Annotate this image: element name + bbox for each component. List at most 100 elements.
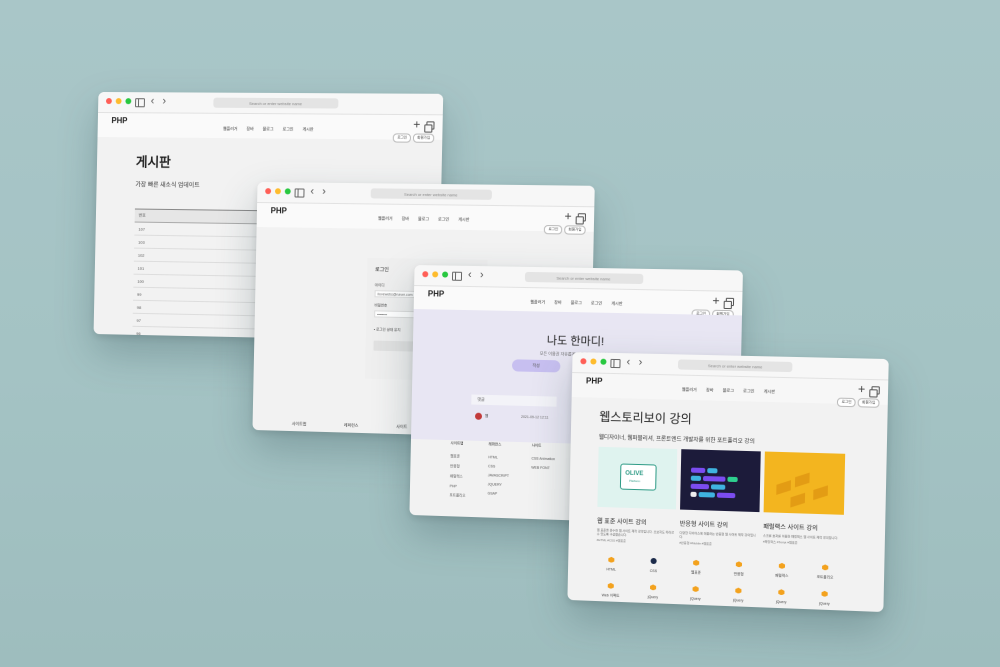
maximize-window-button[interactable]: [285, 188, 291, 194]
footer-link[interactable]: JAVASCRIPT: [488, 473, 509, 478]
tech-item[interactable]: Web 이펙트: [595, 582, 625, 599]
menu-item[interactable]: 장바: [402, 216, 409, 222]
signup-button[interactable]: 회원가입: [413, 134, 434, 143]
menu-item[interactable]: 장바: [706, 387, 714, 393]
tech-item[interactable]: jQuery: [809, 590, 840, 607]
tech-item[interactable]: 포트폴리오: [809, 564, 840, 581]
site-logo[interactable]: PHP: [111, 116, 127, 125]
maximize-window-button[interactable]: [442, 271, 448, 277]
html-icon: [608, 557, 614, 563]
footer-link[interactable]: CSS: [488, 464, 509, 469]
minimize-window-button[interactable]: [432, 271, 438, 277]
footer-link[interactable]: 웹표준: [450, 454, 466, 459]
tech-item[interactable]: 패럴랙스: [766, 562, 797, 579]
close-window-button[interactable]: [265, 188, 271, 194]
footer-link[interactable]: 포트폴리오: [449, 493, 465, 499]
footer-heading: 레퍼런스: [344, 422, 359, 432]
course-card[interactable]: 반응형 사이트 강의 다양한 디바이스에 대응하는 반응형 웹 사이트 제작 강…: [679, 449, 760, 548]
back-icon[interactable]: ‹: [626, 356, 630, 368]
sidebar-icon[interactable]: [135, 98, 145, 107]
menu-item[interactable]: 게시판: [302, 127, 313, 133]
footer-link[interactable]: CSS Animation: [531, 456, 555, 461]
sidebar-icon[interactable]: [295, 188, 305, 197]
signup-button[interactable]: 회원가입: [858, 398, 880, 408]
forward-icon[interactable]: ›: [639, 357, 643, 369]
menu-item[interactable]: 웹플러거: [530, 299, 545, 305]
course-thumbnail[interactable]: [764, 452, 846, 515]
course-thumbnail[interactable]: [680, 449, 761, 512]
tech-item[interactable]: CSS: [638, 558, 669, 575]
footer-link[interactable]: JQUERY: [488, 482, 509, 487]
footer-heading: 사이트맵: [292, 421, 307, 431]
tech-item[interactable]: 웹표준: [681, 559, 712, 576]
footer-heading: 사이트: [396, 424, 407, 434]
tech-item[interactable]: jQuery: [638, 584, 669, 601]
minimize-window-button[interactable]: [116, 98, 122, 104]
back-icon[interactable]: ‹: [151, 95, 155, 107]
minimize-window-button[interactable]: [590, 358, 596, 364]
footer-link[interactable]: GSAP: [487, 491, 508, 496]
web-standard-icon: [693, 560, 699, 566]
tech-item[interactable]: jQuery: [723, 587, 754, 604]
close-window-button[interactable]: [106, 98, 112, 104]
forward-icon[interactable]: ›: [480, 269, 484, 281]
minimize-window-button[interactable]: [275, 188, 281, 194]
footer-link[interactable]: PHP: [450, 484, 466, 489]
menu-item[interactable]: 웹플러거: [682, 387, 697, 393]
jquery-icon: [821, 591, 827, 597]
login-button[interactable]: 로그인: [393, 133, 411, 142]
tech-item[interactable]: HTML: [596, 556, 626, 573]
jquery-icon: [735, 588, 741, 594]
write-button[interactable]: 작성: [512, 359, 560, 372]
site-menu: 웹플러거 장바 블로그 로그인 게시판: [414, 297, 742, 309]
course-title[interactable]: 웹 표준 사이트 강의: [597, 516, 676, 528]
menu-item[interactable]: 블로그: [571, 300, 582, 306]
footer-link[interactable]: 반응형: [450, 464, 466, 469]
footer-link[interactable]: HTML: [488, 455, 509, 460]
course-card[interactable]: OLIVE Platform 웹 표준 사이트 강의 웹 표준을 준수한 웹 사…: [597, 447, 678, 545]
menu-item[interactable]: 로그인: [591, 300, 602, 306]
menu-item[interactable]: 로그인: [743, 388, 754, 394]
maximize-window-button[interactable]: [125, 98, 131, 104]
login-button[interactable]: 로그인: [544, 225, 562, 234]
menu-item[interactable]: 게시판: [458, 217, 469, 223]
course-title[interactable]: 반응형 사이트 강의: [680, 519, 760, 531]
login-button[interactable]: 로그인: [837, 398, 855, 408]
menu-item[interactable]: 게시판: [611, 301, 622, 307]
course-card[interactable]: 패럴랙스 사이트 강의 스크롤 효과를 이용한 패럴랙스 웹 사이트 제작 강의…: [763, 452, 845, 551]
signup-button[interactable]: 회원가입: [564, 225, 586, 234]
sidebar-icon[interactable]: [452, 272, 462, 281]
address-bar[interactable]: Search or enter website name: [370, 188, 492, 200]
menu-item[interactable]: 블로그: [723, 388, 734, 394]
forward-icon[interactable]: ›: [322, 186, 326, 198]
address-bar[interactable]: Search or enter website name: [524, 272, 643, 284]
address-bar[interactable]: Search or enter website name: [214, 98, 338, 109]
address-bar[interactable]: Search or enter website name: [678, 359, 792, 372]
close-window-button[interactable]: [422, 271, 428, 277]
menu-item[interactable]: 웹플러거: [378, 216, 393, 222]
menu-item[interactable]: 장바: [246, 126, 253, 132]
course-thumbnail[interactable]: OLIVE Platform: [597, 447, 677, 510]
menu-item[interactable]: 게시판: [764, 389, 775, 395]
course-title[interactable]: 패럴랙스 사이트 강의: [763, 521, 844, 533]
comment-input[interactable]: 댓글: [471, 394, 556, 406]
menu-item[interactable]: 웹플러거: [223, 126, 238, 132]
close-window-button[interactable]: [580, 358, 586, 364]
tech-item[interactable]: 반응형: [723, 561, 754, 578]
sidebar-icon[interactable]: [610, 359, 620, 368]
tech-item[interactable]: jQuery: [680, 586, 711, 603]
menu-item[interactable]: 로그인: [282, 126, 293, 132]
tech-item[interactable]: jQuery: [766, 589, 797, 606]
footer-link[interactable]: WEB FONT: [531, 466, 555, 471]
menu-item[interactable]: 장바: [554, 300, 562, 306]
back-icon[interactable]: ‹: [310, 186, 314, 198]
maximize-window-button[interactable]: [600, 359, 606, 365]
back-icon[interactable]: ‹: [468, 269, 472, 281]
menu-item[interactable]: 블로그: [418, 216, 429, 222]
site-menu: 웹플러거 장바 블로그 로그인 게시판: [257, 214, 594, 225]
menu-item[interactable]: 블로그: [263, 126, 274, 132]
course-cards: OLIVE Platform 웹 표준 사이트 강의 웹 표준을 준수한 웹 사…: [597, 447, 887, 552]
menu-item[interactable]: 로그인: [438, 216, 449, 222]
footer-link[interactable]: 패럴랙스: [450, 474, 466, 480]
forward-icon[interactable]: ›: [162, 95, 166, 107]
